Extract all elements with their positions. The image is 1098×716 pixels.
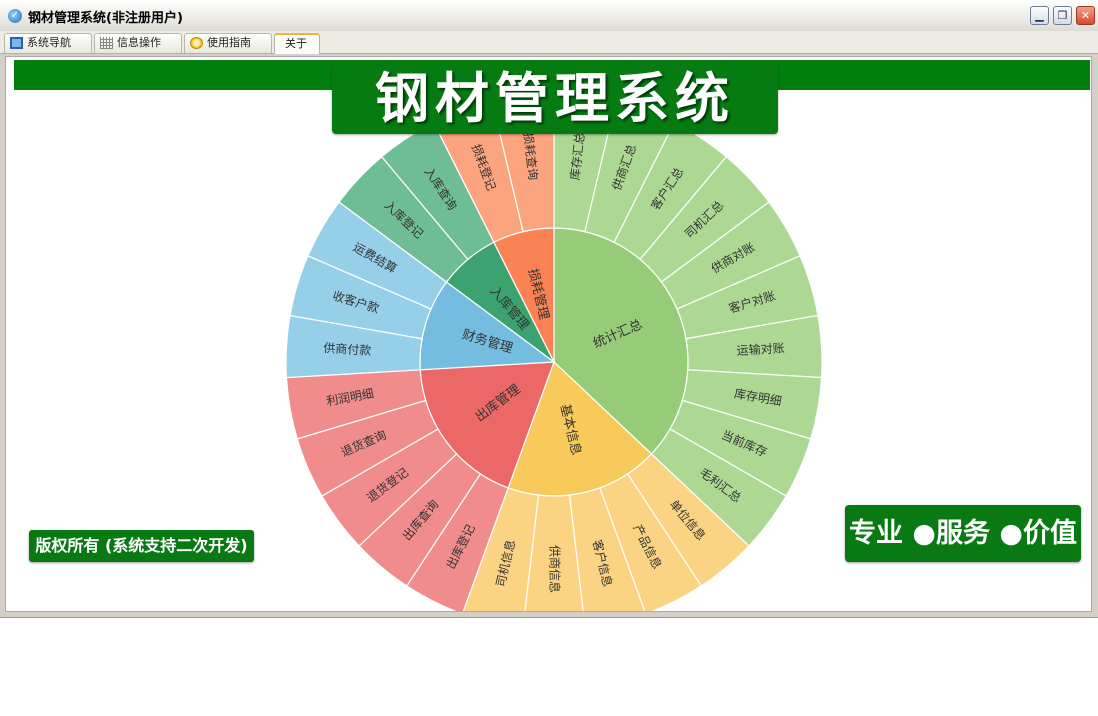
window-title: 钢材管理系统(非注册用户) — [28, 11, 183, 26]
tab-bar: 系统导航 信息操作 使用指南 关于 — [0, 31, 1098, 54]
system-title-banner: 钢材管理系统 — [332, 63, 778, 134]
restore-button[interactable]: ❐ — [1053, 6, 1072, 25]
title-bar[interactable]: ✓ 钢材管理系统(非注册用户) ▁ ❐ ✕ — [0, 0, 1098, 32]
tab-label: 系统导航 — [27, 36, 71, 49]
tab-label: 信息操作 — [117, 36, 161, 49]
close-button[interactable]: ✕ — [1076, 6, 1095, 25]
about-panel: 统计汇总 库存汇总 供商汇总 客户汇总 司机汇总 供商对账 客户对账 运输对账 库存明细 当前库存… — [5, 56, 1092, 612]
tab-system-navigation[interactable]: 系统导航 — [4, 33, 92, 53]
slogan-badge: 专业 ●服务 ●价值 — [845, 505, 1081, 562]
bulb-icon — [190, 37, 203, 49]
copyright-badge: 版权所有 (系统支持二次开发) — [29, 530, 254, 562]
monitor-icon — [10, 37, 23, 49]
app-logo-icon: ✓ — [8, 9, 22, 23]
tab-user-guide[interactable]: 使用指南 — [184, 33, 272, 53]
tab-label: 使用指南 — [207, 36, 251, 49]
sunburst-module-label: 供商付款 — [323, 340, 372, 358]
tab-about[interactable]: 关于 — [274, 33, 320, 54]
tab-info-operations[interactable]: 信息操作 — [94, 33, 182, 53]
sunburst-module-label: 供商信息 — [548, 545, 563, 593]
grid-icon — [100, 37, 113, 49]
tab-label: 关于 — [285, 37, 307, 50]
sunburst-module-label: 运输对账 — [736, 340, 785, 358]
application-window: ✓ 钢材管理系统(非注册用户) ▁ ❐ ✕ 系统导航 信息操作 使用指南 关于 … — [0, 0, 1098, 618]
minimize-button[interactable]: ▁ — [1030, 6, 1049, 25]
